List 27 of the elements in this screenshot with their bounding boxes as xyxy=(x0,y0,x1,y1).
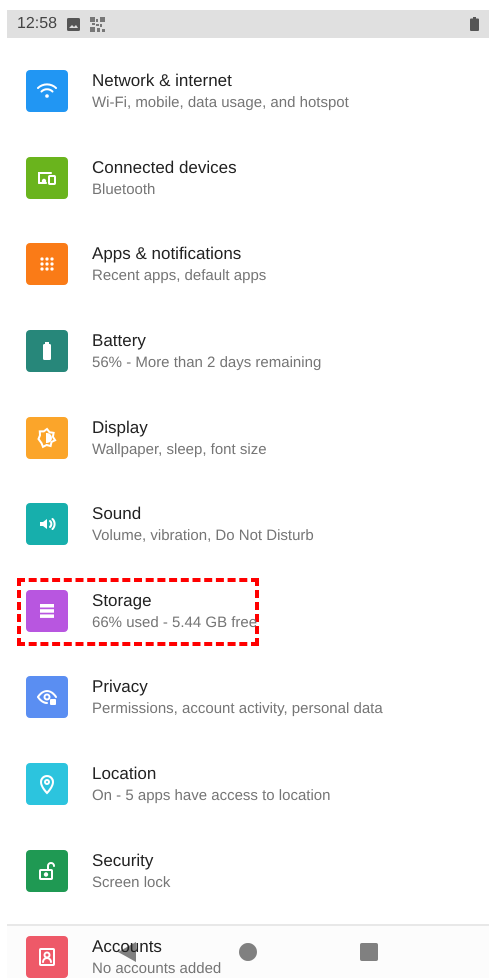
image-icon xyxy=(67,18,80,30)
battery-icon xyxy=(470,17,479,31)
setting-summary: Permissions, account activity, personal data xyxy=(92,700,383,718)
setting-summary: No accounts added xyxy=(92,960,222,978)
status-time: 12:58 xyxy=(17,15,58,33)
setting-title[interactable]: Storage xyxy=(92,590,258,611)
setting-title[interactable]: Network & internet xyxy=(92,71,349,92)
setting-title[interactable]: Display xyxy=(92,418,267,438)
setting-summary: 56% - More than 2 days remaining xyxy=(92,354,322,372)
setting-summary: Wi-Fi, mobile, data usage, and hotspot xyxy=(92,94,349,112)
setting-summary: 66% used - 5.44 GB free xyxy=(92,614,258,631)
setting-summary: Screen lock xyxy=(92,874,170,891)
home-button[interactable] xyxy=(238,943,257,961)
setting-summary: On - 5 apps have access to location xyxy=(92,787,330,804)
setting-summary: Recent apps, default apps xyxy=(92,267,266,284)
recents-button[interactable] xyxy=(360,943,378,961)
setting-title[interactable]: Apps & notifications xyxy=(92,244,266,264)
setting-title[interactable]: Location xyxy=(92,764,330,784)
setting-title[interactable]: Connected devices xyxy=(92,158,237,178)
setting-title[interactable]: Privacy xyxy=(92,677,383,698)
setting-summary: Volume, vibration, Do Not Disturb xyxy=(92,527,314,544)
setting-title[interactable]: Security xyxy=(92,850,170,871)
setting-summary: Bluetooth xyxy=(92,180,156,198)
setting-title[interactable]: Battery xyxy=(92,331,322,352)
setting-title[interactable]: Sound xyxy=(92,504,314,524)
qr-code-icon xyxy=(90,16,106,32)
setting-summary: Wallpaper, sleep, font size xyxy=(92,440,267,458)
